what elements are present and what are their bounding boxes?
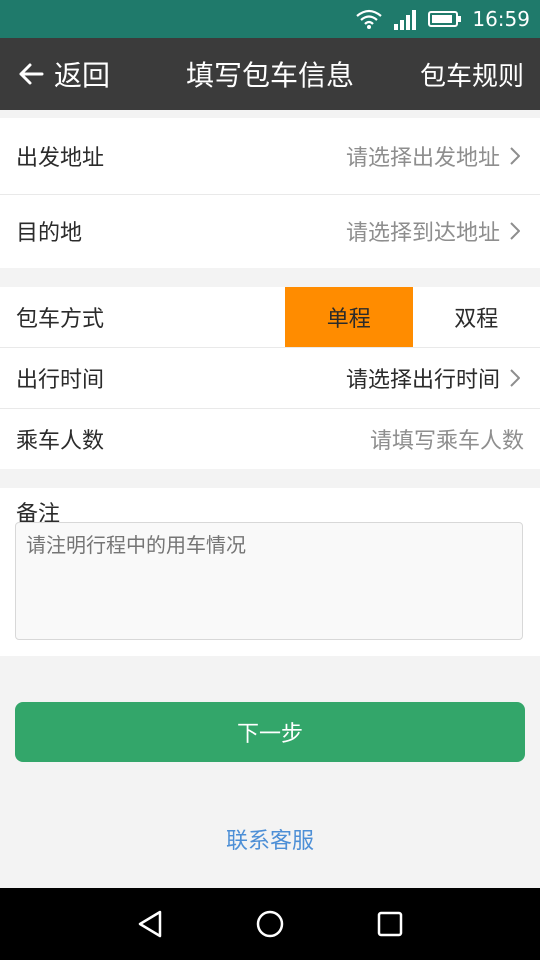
triangle-back-icon [138, 910, 162, 938]
nav-recents-button[interactable] [340, 888, 440, 960]
time-value[interactable]: 请选择出行时间 [346, 348, 520, 408]
departure-value[interactable]: 请选择出发地址 [346, 118, 520, 194]
passengers-label: 乘车人数 [16, 429, 105, 454]
mode-label: 包车方式 [16, 307, 105, 332]
destination-placeholder: 请选择到达地址 [345, 221, 500, 246]
square-recents-icon [377, 911, 403, 937]
chevron-right-icon [510, 222, 520, 240]
trip-section: 包车方式 单程 双程 出行时间 请选择出行时间 乘车人数 请填写乘车人数 [0, 287, 540, 469]
status-icons: 16:59 [356, 6, 530, 32]
destination-row[interactable]: 目的地 请选择到达地址 [0, 194, 540, 268]
mode-option-oneway[interactable]: 单程 [285, 287, 413, 347]
remark-textarea[interactable] [15, 522, 523, 640]
chevron-right-icon [510, 369, 520, 387]
chevron-right-icon [510, 147, 520, 165]
system-nav-bar [0, 888, 540, 960]
address-section: 出发地址 请选择出发地址 目的地 请选择到达地址 [0, 118, 540, 268]
passengers-row: 乘车人数 请填写乘车人数 [0, 409, 540, 469]
passengers-input[interactable]: 请填写乘车人数 [370, 409, 524, 469]
time-row[interactable]: 出行时间 请选择出行时间 [0, 348, 540, 409]
rules-link[interactable]: 包车规则 [420, 38, 524, 110]
battery-icon [428, 11, 462, 27]
status-time: 16:59 [472, 7, 530, 31]
destination-value[interactable]: 请选择到达地址 [346, 194, 520, 268]
departure-label: 出发地址 [16, 146, 105, 171]
departure-row[interactable]: 出发地址 请选择出发地址 [0, 118, 540, 195]
app-header: 返回 填写包车信息 包车规则 [0, 38, 540, 110]
mode-row: 包车方式 单程 双程 [0, 287, 540, 348]
destination-label: 目的地 [16, 221, 83, 246]
time-placeholder: 请选择出行时间 [345, 368, 500, 393]
mode-option-roundtrip[interactable]: 双程 [412, 287, 540, 347]
nav-home-button[interactable] [220, 888, 320, 960]
next-step-button[interactable]: 下一步 [15, 702, 525, 762]
time-label: 出行时间 [16, 368, 105, 393]
signal-icon [394, 10, 417, 30]
wifi-icon [356, 9, 383, 29]
circle-home-icon [256, 910, 284, 938]
nav-back-button[interactable] [100, 888, 200, 960]
contact-support-link[interactable]: 联系客服 [0, 822, 540, 856]
departure-placeholder: 请选择出发地址 [345, 146, 500, 171]
status-bar: 16:59 [0, 0, 540, 38]
mode-toggle: 单程 双程 [285, 287, 540, 347]
